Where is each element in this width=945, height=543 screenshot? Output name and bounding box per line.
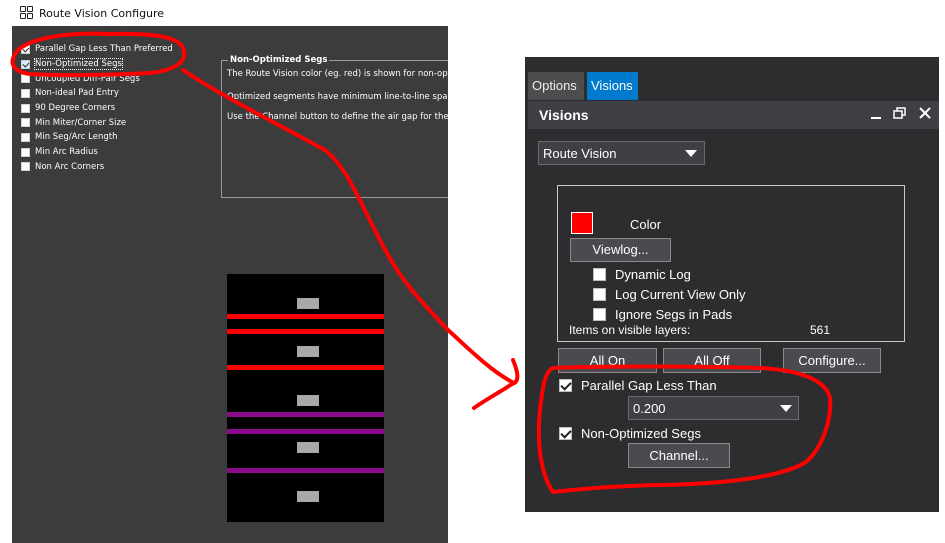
- option-log-current-view[interactable]: Log Current View Only: [593, 287, 746, 302]
- group-title: Non-Optimized Segs: [228, 55, 330, 65]
- viewlog-button[interactable]: Viewlog...: [570, 238, 671, 262]
- parallel-gap-select[interactable]: 0.200: [628, 396, 799, 420]
- check-label: Non Arc Corners: [35, 161, 105, 172]
- check-uncoupled-diff-pair[interactable]: Uncoupled Diff-Pair Segs: [21, 71, 173, 86]
- restore-icon[interactable]: [892, 105, 908, 123]
- route-vision-configure-window: Route Vision Configure Parallel Gap Less…: [12, 0, 449, 543]
- configure-button[interactable]: Configure...: [783, 348, 881, 373]
- red-segment: [227, 365, 384, 370]
- checkbox[interactable]: [559, 379, 572, 392]
- checkbox[interactable]: [21, 118, 30, 128]
- check-non-optimized-segs[interactable]: Non-Optimized Segs: [559, 426, 701, 441]
- purple-segment: [227, 468, 384, 473]
- description-line: Use the Channel button to define the air…: [227, 112, 449, 122]
- check-90-degree-corners[interactable]: 90 Degree Corners: [21, 101, 173, 116]
- checkbox[interactable]: [593, 308, 606, 321]
- checkbox[interactable]: [559, 427, 572, 440]
- check-min-seg-arc-length[interactable]: Min Seg/Arc Length: [21, 130, 173, 145]
- purple-segment: [227, 412, 384, 417]
- description-group: The Route Vision color (eg. red) is show…: [221, 55, 449, 198]
- check-label: 90 Degree Corners: [35, 103, 116, 114]
- window-title: Route Vision Configure: [39, 7, 165, 20]
- pad: [297, 442, 319, 453]
- parallel-gap-value: 0.200: [633, 401, 666, 416]
- check-label: Uncoupled Diff-Pair Segs: [35, 73, 140, 84]
- parallel-gap-label: Parallel Gap Less Than: [581, 378, 717, 393]
- color-swatch[interactable]: [571, 212, 593, 234]
- configure-body: Parallel Gap Less Than Preferred Non-Opt…: [12, 26, 449, 543]
- option-label: Dynamic Log: [615, 267, 691, 282]
- all-off-button[interactable]: All Off: [663, 348, 761, 373]
- check-label: Min Miter/Corner Size: [35, 117, 127, 128]
- checkbox[interactable]: [21, 162, 30, 172]
- check-label: Non-Optimized Segs: [34, 58, 123, 71]
- check-label: Non-ideal Pad Entry: [35, 88, 119, 99]
- check-non-optimized-segs[interactable]: Non-Optimized Segs: [21, 57, 173, 72]
- panel-title: Visions: [539, 107, 589, 123]
- channel-button[interactable]: Channel...: [628, 443, 730, 468]
- red-segment: [227, 329, 384, 334]
- minimize-icon[interactable]: [868, 105, 884, 123]
- checkbox[interactable]: [21, 132, 30, 142]
- checkbox[interactable]: [21, 74, 30, 84]
- items-label: Items on visible layers:: [569, 323, 691, 337]
- check-parallel-gap[interactable]: Parallel Gap Less Than Preferred: [21, 42, 173, 57]
- checkbox[interactable]: [21, 147, 30, 157]
- description-line: The Route Vision color (eg. red) is show…: [227, 69, 449, 79]
- checkbox[interactable]: [593, 268, 606, 281]
- vision-type-select[interactable]: Route Vision: [538, 141, 705, 165]
- close-icon[interactable]: [917, 105, 933, 123]
- option-label: Log Current View Only: [615, 287, 746, 302]
- check-non-ideal-pad-entry[interactable]: Non-ideal Pad Entry: [21, 86, 173, 101]
- check-label: Min Arc Radius: [35, 147, 98, 158]
- chevron-down-icon: [780, 405, 792, 412]
- pad: [297, 298, 319, 309]
- tab-visions[interactable]: Visions: [587, 72, 638, 100]
- color-label: Color: [630, 217, 662, 232]
- vision-checkbox-list: Parallel Gap Less Than Preferred Non-Opt…: [21, 42, 173, 174]
- panel-header: Visions: [528, 101, 939, 129]
- chevron-down-icon: [685, 150, 697, 157]
- checkbox[interactable]: [21, 103, 30, 113]
- option-ignore-segs-in-pads[interactable]: Ignore Segs in Pads: [593, 307, 732, 322]
- pad: [297, 346, 319, 357]
- check-non-arc-corners[interactable]: Non Arc Corners: [21, 160, 173, 175]
- items-count: 561: [810, 323, 831, 337]
- check-min-miter-corner[interactable]: Min Miter/Corner Size: [21, 115, 173, 130]
- window-titlebar[interactable]: Route Vision Configure: [12, 0, 448, 26]
- purple-segment: [227, 429, 384, 434]
- checkbox[interactable]: [21, 59, 30, 69]
- annotation-arrowhead: [472, 358, 520, 410]
- pad: [297, 491, 319, 502]
- segment-preview: [227, 274, 384, 522]
- description-line: Optimized segments have minimum line-to-…: [227, 92, 449, 102]
- checkbox[interactable]: [21, 88, 30, 98]
- tab-options[interactable]: Options: [528, 72, 584, 100]
- vision-settings-group: Color Viewlog... Dynamic Log Log Current…: [557, 185, 905, 342]
- checkbox[interactable]: [21, 44, 30, 54]
- non-optimized-label: Non-Optimized Segs: [581, 426, 701, 441]
- checkbox[interactable]: [593, 288, 606, 301]
- option-label: Ignore Segs in Pads: [615, 307, 733, 322]
- check-label: Min Seg/Arc Length: [35, 132, 118, 143]
- check-label: Parallel Gap Less Than Preferred: [35, 44, 173, 55]
- app-icon: [20, 6, 34, 20]
- visions-panel: Options Visions Visions Route Vision Col…: [525, 57, 939, 512]
- red-segment: [227, 314, 384, 319]
- option-dynamic-log[interactable]: Dynamic Log: [593, 267, 691, 282]
- all-on-button[interactable]: All On: [558, 348, 657, 373]
- check-min-arc-radius[interactable]: Min Arc Radius: [21, 145, 173, 160]
- pad: [297, 395, 319, 406]
- check-parallel-gap[interactable]: Parallel Gap Less Than: [559, 378, 717, 393]
- vision-type-value: Route Vision: [543, 146, 617, 161]
